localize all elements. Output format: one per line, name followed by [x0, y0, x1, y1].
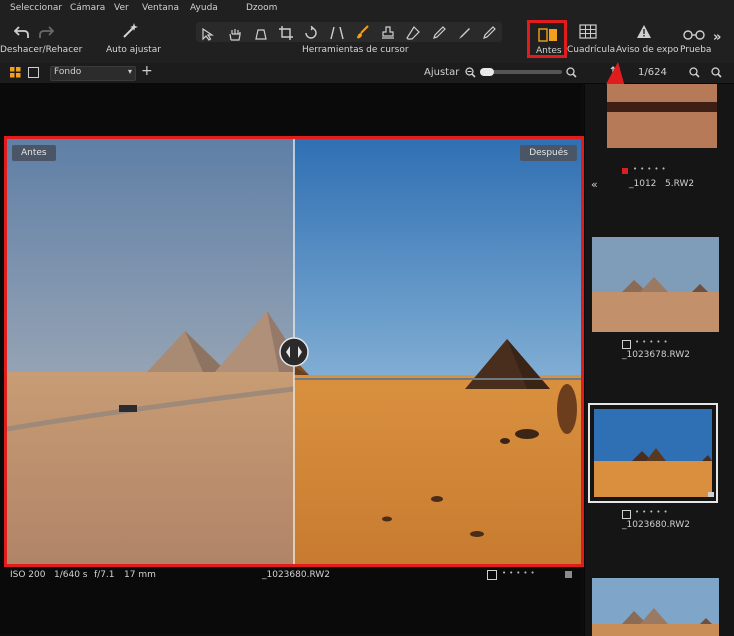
menu-dzoom[interactable]: Dzoom [246, 3, 277, 13]
thumb-caption-1: _1012 5.RW2 [629, 179, 695, 189]
before-badge: Antes [12, 145, 56, 161]
grid-icon[interactable] [579, 24, 597, 43]
rating-checkbox[interactable] [487, 570, 497, 580]
star-rating-dots[interactable]: ••••• [502, 569, 538, 577]
thumb-rating-2[interactable]: ••••• [635, 338, 671, 346]
edit-status-icon [565, 571, 572, 578]
annotate-pen-icon[interactable] [482, 25, 496, 44]
picker-icon[interactable] [432, 25, 446, 44]
menu-ver[interactable]: Ver [114, 3, 129, 13]
stamp-icon[interactable] [381, 25, 395, 44]
after-badge: Después [520, 145, 577, 161]
thumbnail-3-selected[interactable] [588, 403, 718, 503]
brush-active-icon[interactable] [355, 24, 371, 44]
grid-label[interactable]: Cuadrícula [567, 45, 615, 55]
eyedropper-icon[interactable] [457, 25, 471, 44]
thumb-caption-3: _1023680.RW2 [622, 520, 690, 530]
auto-adjust-label: Auto ajustar [106, 45, 161, 55]
thumb-caption-2: _1023678.RW2 [622, 350, 690, 360]
multi-view-icon[interactable] [10, 67, 21, 81]
toolbar-overflow[interactable]: » [713, 30, 721, 45]
zoom-slider-handle[interactable] [480, 68, 494, 76]
zoom-slider[interactable] [480, 68, 562, 76]
before-label: Antes [536, 46, 562, 56]
keystone-icon[interactable] [330, 25, 344, 44]
filename: _1023680.RW2 [262, 570, 330, 580]
fit-label[interactable]: Ajustar [424, 67, 459, 78]
thumb-rating-1[interactable]: ••••• [633, 165, 669, 173]
cursor-tools-label: Herramientas de cursor [302, 45, 409, 55]
background-style-value: Fondo [54, 67, 82, 77]
exposure-warning-label[interactable]: Aviso de expo [616, 45, 679, 55]
filmstrip-panel[interactable]: ••••• « _1012 5.RW2 ••••• _1023678.RW2 •… [584, 84, 734, 636]
select-cursor-icon[interactable] [202, 26, 216, 45]
shutter-value: 1/640 s [54, 570, 88, 580]
undo-icon[interactable] [13, 24, 30, 43]
pan-hand-icon[interactable] [228, 26, 242, 45]
proof-glasses-icon[interactable] [683, 26, 705, 45]
undo-redo-label: Deshacer/Rehacer [0, 45, 83, 55]
menu-seleccionar[interactable]: Seleccionar [10, 3, 62, 13]
magic-wand-icon[interactable] [121, 22, 139, 44]
rotate-icon[interactable] [304, 25, 318, 44]
image-info-bar: ISO 200 1/640 s f/7.1 17 mm _1023680.RW2… [0, 565, 582, 587]
menu-ayuda[interactable]: Ayuda [190, 3, 218, 13]
eraser-icon[interactable] [406, 25, 420, 44]
single-view-icon[interactable] [28, 67, 39, 81]
filmstrip-collapse-icon[interactable]: « [591, 178, 598, 191]
before-after-compare[interactable]: Antes Después [4, 136, 584, 567]
iso-value: ISO 200 [10, 570, 46, 580]
menu-ventana[interactable]: Ventana [142, 3, 179, 13]
color-tag-red[interactable] [622, 168, 628, 174]
thumb-rating-3[interactable]: ••••• [635, 508, 671, 516]
aperture-value: f/7.1 [94, 570, 115, 580]
edit-status-icon-3 [708, 492, 714, 497]
redo-icon[interactable] [38, 24, 55, 43]
warning-icon[interactable] [636, 24, 652, 43]
thumbnail-2[interactable] [592, 237, 719, 332]
thumbnail-4[interactable] [592, 578, 719, 636]
compare-divider-handle[interactable] [279, 337, 309, 367]
crop-icon[interactable] [279, 25, 293, 44]
chevron-down-icon: ▾ [127, 67, 132, 76]
proof-label[interactable]: Prueba [680, 45, 711, 55]
menu-camara[interactable]: Cámara [70, 3, 105, 13]
thumb-checkbox-3[interactable] [622, 510, 631, 519]
before-after-button[interactable]: Antes [527, 20, 567, 58]
compare-photo [7, 139, 581, 564]
thumbnail-1[interactable] [607, 84, 717, 148]
zoom-out-icon[interactable] [465, 67, 476, 81]
thumb-checkbox-2[interactable] [622, 340, 631, 349]
add-icon[interactable]: + [141, 63, 153, 79]
before-after-icon [538, 28, 557, 42]
background-style-select[interactable]: Fondo ▾ [50, 66, 136, 81]
loupe-icon[interactable] [254, 26, 268, 45]
focal-length-value: 17 mm [124, 570, 156, 580]
menu-bar: Seleccionar Cámara Ver Ventana Ayuda Dzo… [0, 0, 734, 18]
